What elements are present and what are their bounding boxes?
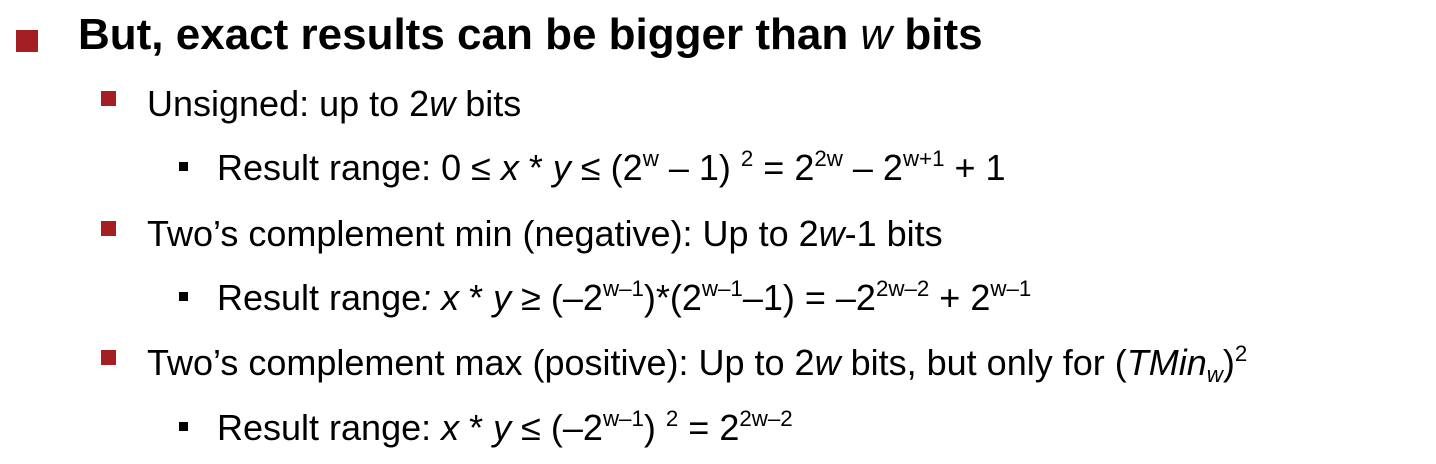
expr: = 2 [678,407,740,448]
unsigned-var: w [429,83,456,124]
exponent: 2 [1234,341,1248,367]
unsigned-label-end: bits [455,83,522,124]
exponent: w+1 [902,146,945,172]
var-y: y [493,407,512,448]
expr: )*(2 [643,277,702,318]
exponent: w–1 [602,276,644,302]
unsigned-label: Unsigned: up to 2 [147,83,430,124]
var-x: x [441,407,460,448]
heading: But, exact results can be bigger than w … [78,13,983,57]
expr: – 2 [842,147,903,188]
exponent: w–1 [990,276,1032,302]
twos-max-result-line: Result range: x * y ≤ (–2w–1) 2 = 22w–2 [217,407,793,448]
twos-max-label: Two’s complement max (positive): Up to 2 [147,342,815,383]
twos-max-label-mid: bits, but only for ( [840,342,1127,383]
unsigned-result-line: Result range: 0 ≤ x * y ≤ (2w – 1) 2 = 2… [217,147,1006,188]
op: * [459,407,494,448]
exponent: 2w [814,146,843,172]
heading-var: w [860,10,893,59]
var-y: y [552,147,571,188]
heading-text: But, exact results can be bigger than [78,10,861,59]
colon: : [421,277,442,318]
heading-bullet-icon [16,30,38,52]
twos-min-label-end: -1 bits [844,213,943,254]
twos-min-result-bullet-icon [179,292,188,301]
expr: – 1) [658,147,741,188]
twos-max-line: Two’s complement max (positive): Up to 2… [147,342,1247,386]
result-label: Result range: [217,407,442,448]
unsigned-line: Unsigned: up to 2w bits [147,86,521,122]
twos-max-var: w [814,342,841,383]
twos-max-bullet-icon [101,350,116,365]
twos-min-line: Two’s complement min (negative): Up to 2… [147,216,943,252]
unsigned-result-bullet-icon [179,162,188,171]
expr: + 1 [944,147,1006,188]
heading-text-end: bits [892,10,983,59]
expr: + 2 [929,277,991,318]
expr: ≤ (–2 [511,407,603,448]
op: * [459,277,494,318]
twos-min-result-line: Result range: x * y ≥ (–2w–1)*(2w–1–1) =… [217,277,1031,318]
twos-max-result-bullet-icon [179,422,188,431]
expr: ) [643,407,666,448]
op: * [518,147,553,188]
exponent: w–1 [602,406,644,432]
exponent: w [642,146,659,172]
exponent: 2 [740,146,754,172]
var-y: y [493,277,512,318]
close-paren: ) [1222,342,1235,383]
exponent: 2w–2 [739,406,793,432]
expr: –1) = –2 [742,277,876,318]
twos-min-var: w [818,213,845,254]
tmin: TMin [1126,342,1207,383]
unsigned-bullet-icon [101,91,116,106]
expr: ≤ (2 [570,147,643,188]
twos-min-label: Two’s complement min (negative): Up to 2 [147,213,819,254]
expr: = 2 [753,147,815,188]
twos-min-bullet-icon [101,221,116,236]
exponent: 2 [665,406,679,432]
tmin-subscript: w [1206,361,1223,387]
result-label: Result range [217,277,422,318]
exponent: 2w–2 [875,276,930,302]
exponent: w–1 [701,276,743,302]
var-x: x [500,147,519,188]
result-label: Result range: 0 ≤ [217,147,501,188]
expr: ≥ (–2 [511,277,603,318]
var-x: x [441,277,460,318]
